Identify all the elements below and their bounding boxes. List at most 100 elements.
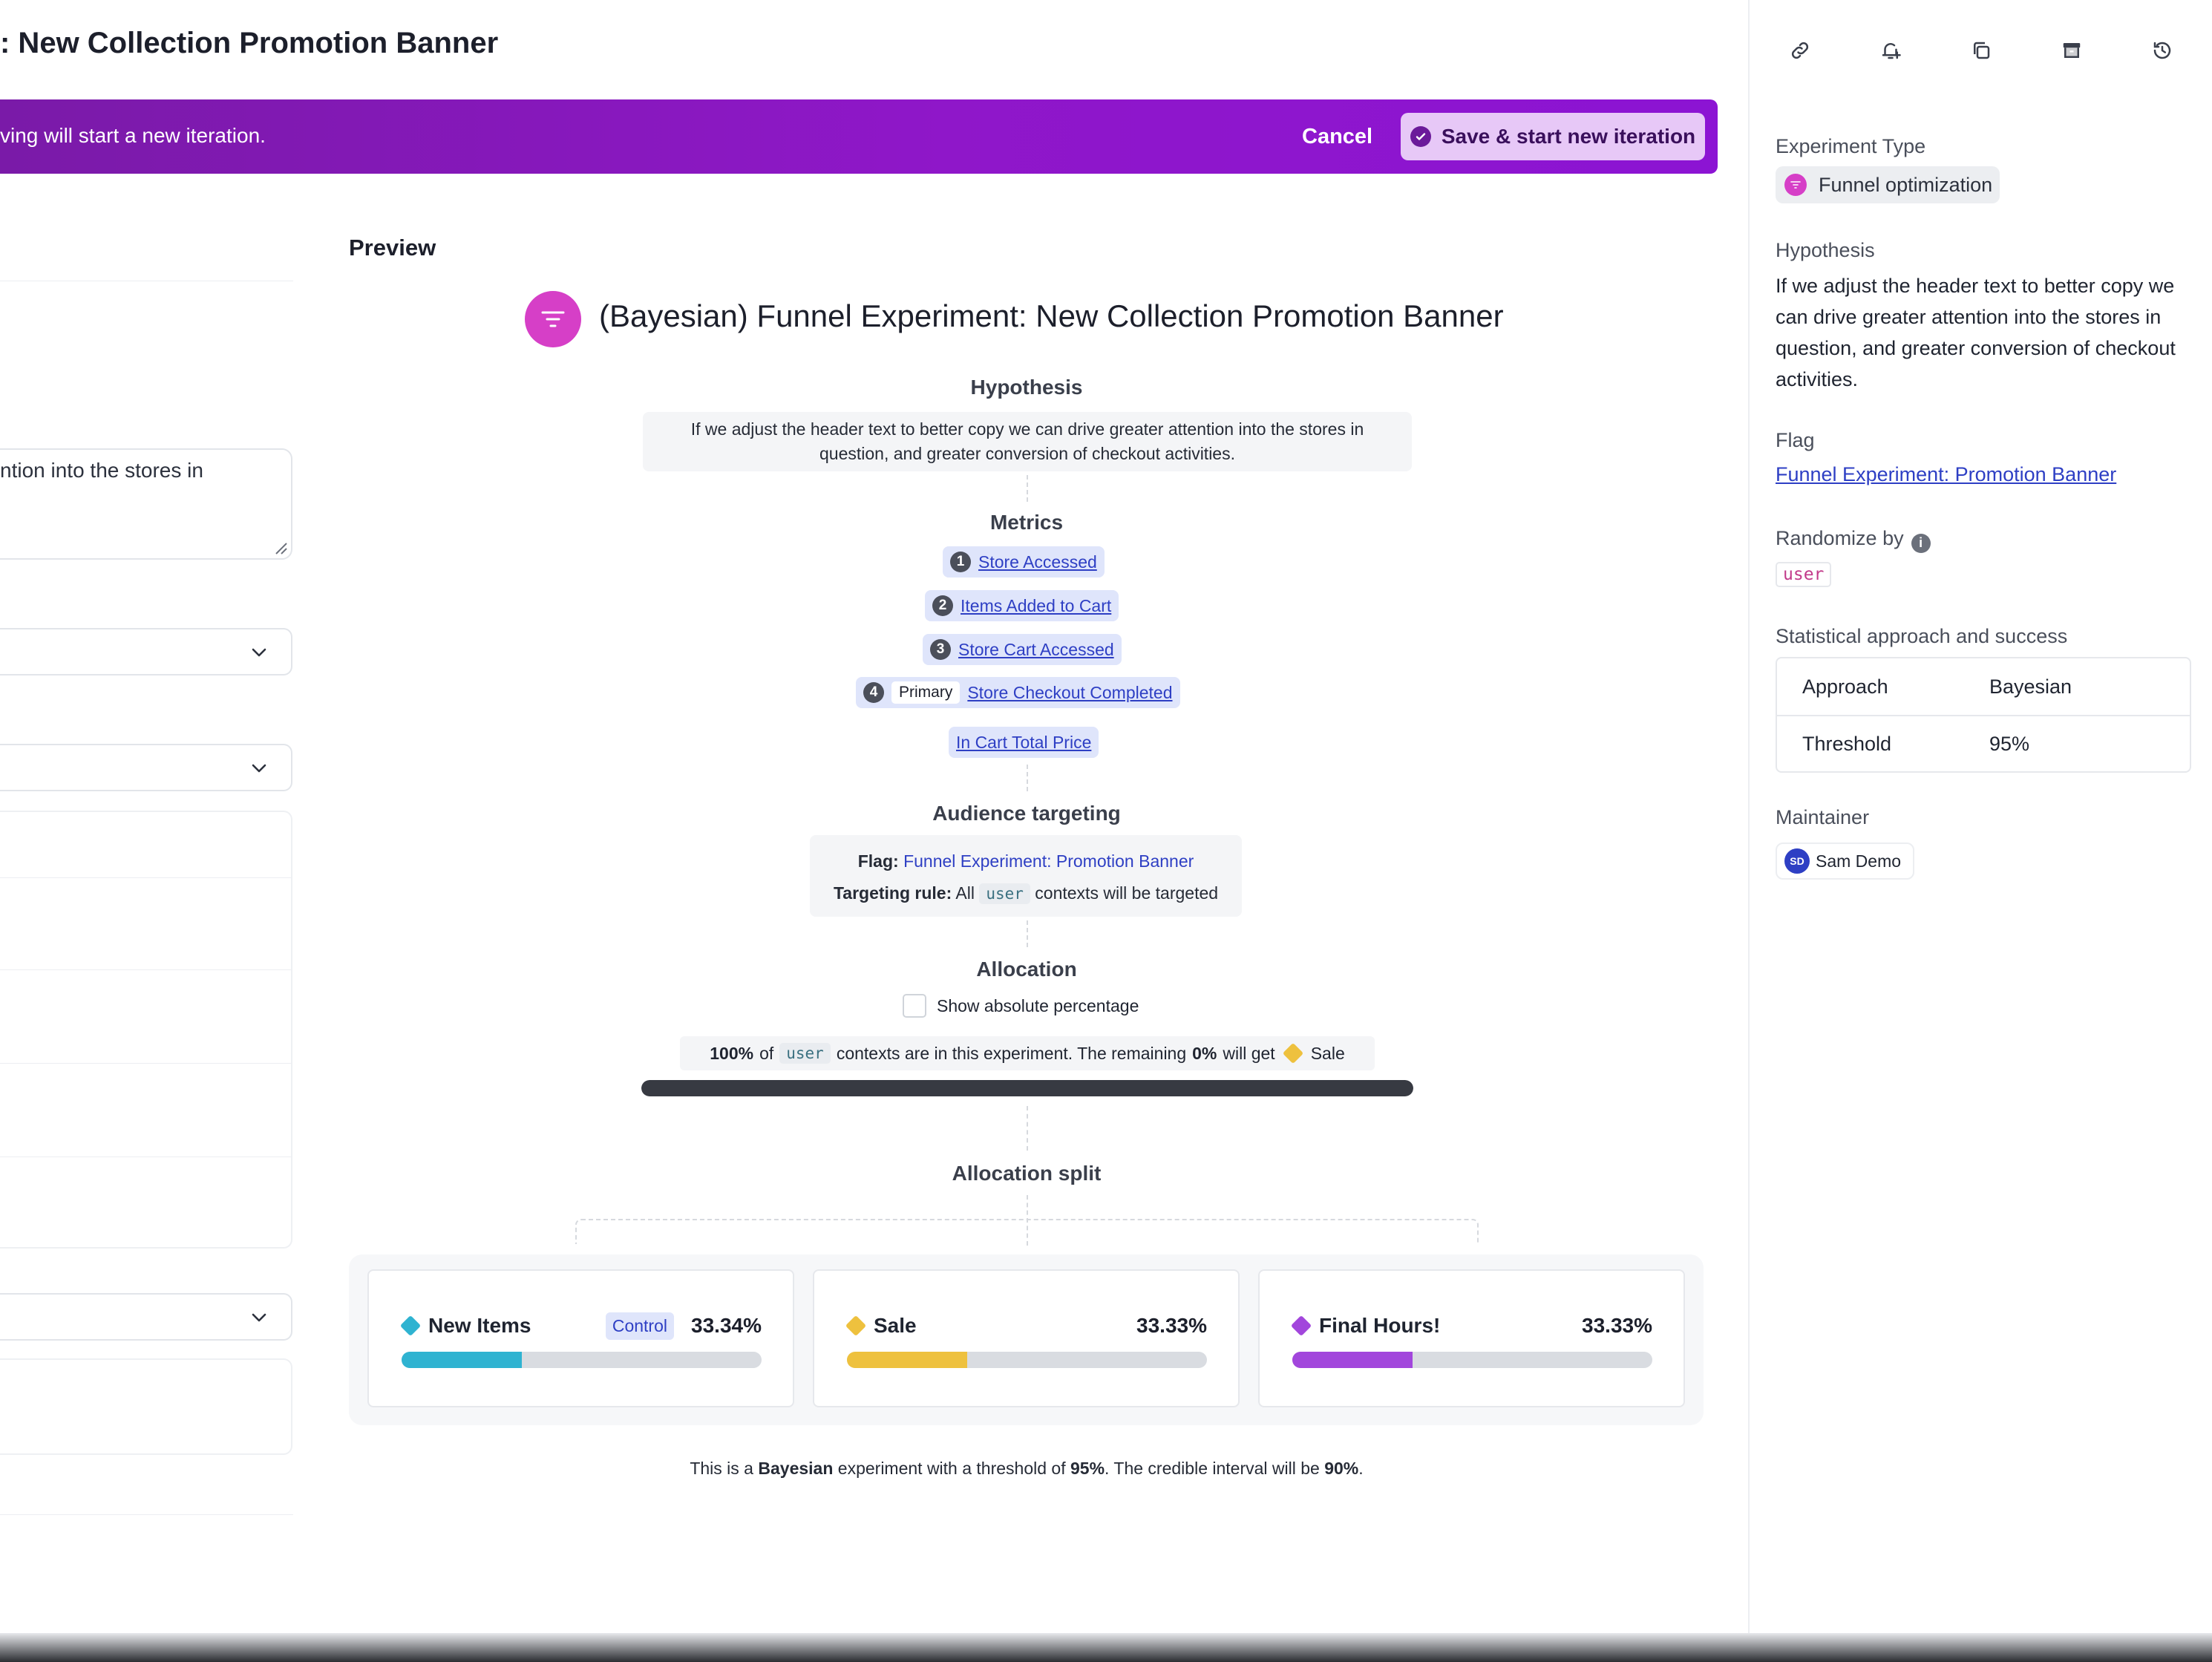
rule-suffix: contexts will be targeted (1035, 883, 1219, 903)
link-icon[interactable] (1782, 33, 1818, 68)
variation-card-sale: Sale 33.33% (813, 1269, 1240, 1407)
allocation-bar (641, 1080, 1413, 1096)
metric-link[interactable]: In Cart Total Price (956, 733, 1091, 753)
form-select-2[interactable] (0, 744, 292, 791)
connector-line (1027, 765, 1028, 791)
randomize-value-code: user (1776, 562, 1832, 587)
cancel-button[interactable]: Cancel (1292, 118, 1383, 155)
variation-bar (847, 1352, 1207, 1368)
summary-text: This is a (690, 1459, 753, 1478)
metric-number: 2 (932, 595, 953, 616)
stat-key: Threshold (1802, 732, 1892, 755)
metric-link[interactable]: Store Accessed (978, 552, 1097, 572)
stat-value: 95% (1989, 732, 2030, 755)
table-row: Approach Bayesian (1777, 658, 2190, 715)
check-circle-icon (1410, 126, 1431, 147)
sale-diamond-icon (1282, 1042, 1303, 1064)
maintainer-name: Sam Demo (1816, 851, 1902, 871)
experiment-type-chip: Funnel optimization (1776, 166, 2000, 203)
stat-approach-table: Approach Bayesian Threshold 95% (1776, 657, 2191, 773)
metric-link[interactable]: Items Added to Cart (961, 596, 1111, 616)
variation-diamond-icon (399, 1315, 422, 1337)
variation-card-final-hours: Final Hours! 33.33% (1258, 1269, 1685, 1407)
chevron-down-icon (252, 764, 266, 773)
summary-text: . The credible interval will be (1105, 1459, 1320, 1478)
experiment-type-label: Experiment Type (1776, 135, 1926, 157)
sidebar-hypothesis-text: If we adjust the header text to better c… (1776, 275, 2176, 390)
hypothesis-box: If we adjust the header text to better c… (643, 412, 1412, 471)
allocation-split-heading: Allocation split (952, 1162, 1102, 1185)
control-badge: Control (605, 1312, 674, 1340)
allocation-split-container: New Items Control 33.34% Sale 33.33% Fin… (349, 1254, 1704, 1425)
metric-chip-primary: 4 Primary Store Checkout Completed (856, 677, 1180, 708)
info-icon[interactable]: i (1911, 533, 1931, 553)
variation-name-row: Final Hours! (1290, 1314, 1440, 1338)
sidebar-hypothesis-label: Hypothesis (1776, 239, 1875, 261)
form-select-3[interactable] (0, 1293, 292, 1341)
hypothesis-textarea[interactable]: ntion into the stores in (0, 448, 292, 560)
summary-text: . (1358, 1459, 1364, 1478)
copy-icon[interactable] (1963, 33, 1999, 68)
split-bracket (575, 1219, 1479, 1244)
audience-flag-link[interactable]: Funnel Experiment: Promotion Banner (903, 851, 1194, 871)
summary-approach: Bayesian (758, 1459, 834, 1478)
experiment-type-value: Funnel optimization (1819, 173, 1993, 196)
variation-name-row: Sale (845, 1314, 917, 1338)
window-bottom-edge (0, 1633, 2212, 1662)
form-list-box (0, 811, 292, 1249)
connector-line (1027, 475, 1028, 502)
variation-bar (402, 1352, 762, 1368)
resize-handle-icon[interactable] (272, 539, 288, 555)
variation-pct: 33.34% (691, 1314, 762, 1337)
metric-number: 4 (863, 682, 884, 703)
metric-link[interactable]: Store Cart Accessed (958, 640, 1114, 660)
summary-interval: 90% (1324, 1459, 1359, 1478)
absolute-percentage-label: Show absolute percentage (937, 995, 1139, 1015)
variation-bar-fill (402, 1352, 522, 1368)
randomize-label-row: Randomize by i (1776, 527, 1931, 553)
connector-line (1027, 1106, 1028, 1151)
form-divider (0, 1514, 293, 1515)
metric-number: 1 (950, 552, 971, 572)
stat-key: Approach (1802, 675, 1888, 698)
archive-icon[interactable] (2054, 33, 2090, 68)
allocation-pct: 100% (710, 1043, 754, 1063)
variation-bar-fill (1292, 1352, 1413, 1368)
allocation-context-code: user (779, 1043, 831, 1064)
funnel-icon (525, 291, 581, 347)
maintainer-chip[interactable]: SD Sam Demo (1776, 843, 1915, 880)
save-new-iteration-button[interactable]: Save & start new iteration (1401, 113, 1705, 160)
bell-plus-icon[interactable] (1873, 33, 1908, 68)
sidebar-flag-label: Flag (1776, 429, 1815, 451)
textarea-text: ntion into the stores in (0, 459, 203, 482)
variation-name-row: New Items (399, 1314, 531, 1338)
history-icon[interactable] (2144, 33, 2180, 68)
iteration-banner: ving will start a new iteration. Cancel … (0, 99, 1718, 174)
absolute-percentage-checkbox[interactable] (903, 994, 926, 1018)
sidebar-flag-link[interactable]: Funnel Experiment: Promotion Banner (1776, 463, 2116, 486)
metric-link[interactable]: Store Checkout Completed (967, 683, 1172, 703)
targeting-rule-row: Targeting rule: All user contexts will b… (810, 875, 1242, 912)
rule-label: Targeting rule: (833, 883, 952, 903)
allocation-remaining: 0% (1192, 1043, 1217, 1063)
audience-flag-row: Flag: Funnel Experiment: Promotion Banne… (810, 847, 1242, 875)
form-select-1[interactable] (0, 628, 292, 675)
summary-text: experiment with a threshold of (837, 1459, 1066, 1478)
allocation-of: of (759, 1043, 774, 1063)
preview-heading: Preview (349, 235, 436, 261)
chevron-down-icon (252, 648, 266, 657)
hypothesis-line: question, and greater conversion of chec… (819, 444, 1235, 463)
chevron-down-icon (252, 1313, 266, 1322)
stat-value: Bayesian (1989, 675, 2072, 698)
variation-pct: 33.33% (1582, 1314, 1652, 1337)
rule-context-code: user (979, 883, 1030, 904)
metric-chip: 2 Items Added to Cart (925, 590, 1119, 621)
funnel-icon (1784, 174, 1807, 196)
flag-label: Flag: (857, 851, 899, 871)
metric-chip: 3 Store Cart Accessed (923, 634, 1122, 665)
stat-approach-label: Statistical approach and success (1776, 625, 2068, 647)
form-box (0, 1358, 292, 1455)
audience-box: Flag: Funnel Experiment: Promotion Banne… (810, 835, 1242, 917)
metric-number: 3 (930, 639, 951, 660)
rule-prefix: All (955, 883, 975, 903)
